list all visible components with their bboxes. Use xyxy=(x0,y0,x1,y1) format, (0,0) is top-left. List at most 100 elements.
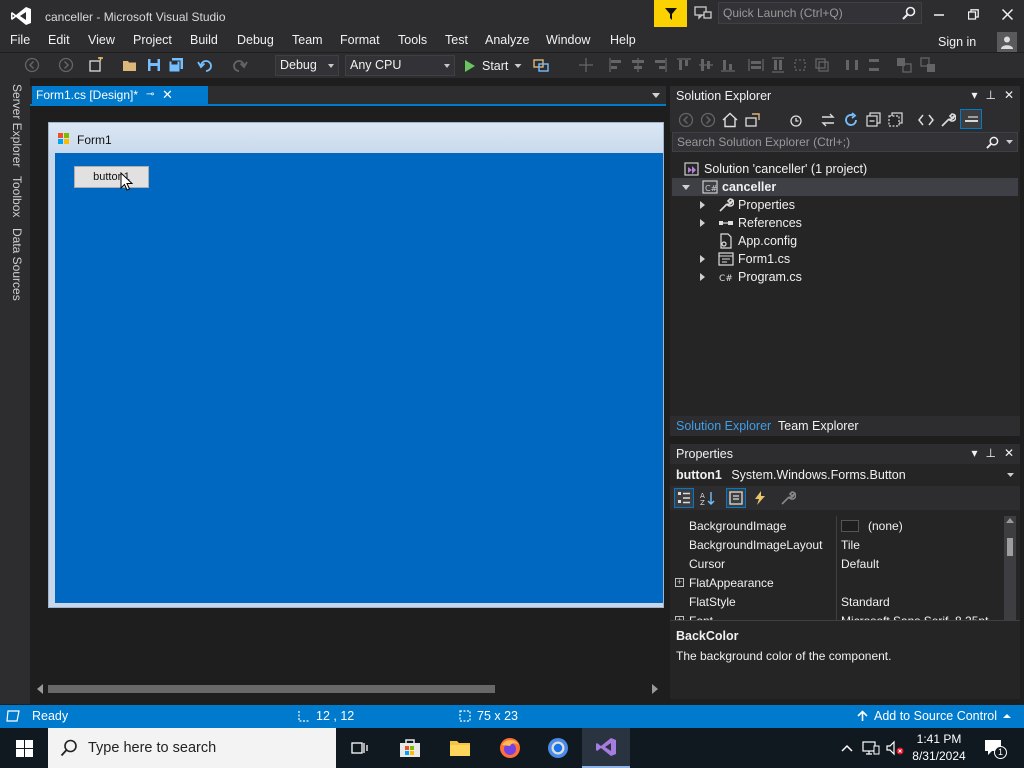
action-center-button[interactable]: 1 xyxy=(982,728,1007,768)
property-pages-wrench-icon[interactable] xyxy=(780,490,796,506)
task-view-button[interactable] xyxy=(336,728,384,768)
make-same-size-icon[interactable] xyxy=(814,57,830,73)
collapse-icon[interactable] xyxy=(682,185,690,190)
solution-explorer-search[interactable] xyxy=(672,132,1018,152)
property-row[interactable]: + FlatAppearance xyxy=(670,573,1000,592)
menu-view[interactable]: View xyxy=(88,33,115,47)
auto-hide-pin-icon[interactable]: ⊥ xyxy=(985,446,995,460)
categorized-button[interactable] xyxy=(674,488,694,508)
property-row[interactable]: BackgroundImageLayout Tile xyxy=(670,535,1000,554)
scroll-up-icon[interactable] xyxy=(1006,518,1014,524)
properties-view-button[interactable] xyxy=(726,488,746,508)
menu-team[interactable]: Team xyxy=(292,33,323,47)
quick-launch-input[interactable] xyxy=(723,4,893,22)
forward-icon[interactable] xyxy=(700,112,716,128)
menu-analyze[interactable]: Analyze xyxy=(485,33,529,47)
view-code-icon[interactable] xyxy=(918,112,934,128)
tab-list-dropdown-icon[interactable] xyxy=(652,93,660,98)
undo-icon[interactable] xyxy=(197,57,213,73)
property-grid-scrollbar[interactable] xyxy=(1004,516,1016,630)
pending-changes-filter-icon[interactable] xyxy=(788,112,804,128)
align-bottoms-icon[interactable] xyxy=(720,57,736,73)
save-icon[interactable] xyxy=(146,57,162,73)
tree-solution-node[interactable]: Solution 'canceller' (1 project) xyxy=(684,160,867,178)
start-debugging-button[interactable]: Start xyxy=(464,57,522,75)
auto-hide-pin-icon[interactable]: ⊥ xyxy=(985,88,995,102)
back-icon[interactable] xyxy=(678,112,694,128)
sign-in-link[interactable]: Sign in xyxy=(938,35,976,49)
property-row[interactable]: FlatStyle Standard xyxy=(670,592,1000,611)
windows-start-button[interactable] xyxy=(0,728,48,768)
menu-file[interactable]: File xyxy=(10,33,30,47)
tab-solution-explorer[interactable]: Solution Explorer xyxy=(676,419,771,433)
close-tab-icon[interactable]: ✕ xyxy=(162,87,173,103)
home-icon[interactable] xyxy=(722,112,738,128)
menu-debug[interactable]: Debug xyxy=(237,33,274,47)
menu-build[interactable]: Build xyxy=(190,33,218,47)
menu-edit[interactable]: Edit xyxy=(48,33,70,47)
open-file-icon[interactable] xyxy=(122,57,138,73)
expand-properties-icon[interactable] xyxy=(700,201,705,209)
chevron-down-icon[interactable] xyxy=(1007,473,1014,478)
make-same-height-icon[interactable] xyxy=(770,57,786,73)
close-panel-icon[interactable]: ✕ xyxy=(1004,88,1014,102)
taskbar-app-store[interactable] xyxy=(386,728,434,768)
tree-project-node[interactable]: C# canceller xyxy=(672,178,1018,196)
expand-program-icon[interactable] xyxy=(700,273,705,281)
switch-views-icon[interactable] xyxy=(744,112,760,128)
save-all-icon[interactable] xyxy=(168,57,184,73)
form-title-bar[interactable]: Form1 xyxy=(49,123,663,153)
taskbar-visual-studio[interactable] xyxy=(582,728,630,768)
tab-data-sources[interactable]: Data Sources xyxy=(10,228,24,301)
network-status-button[interactable] xyxy=(860,728,882,768)
align-to-grid-icon[interactable] xyxy=(578,57,594,73)
tree-item-app-config[interactable]: App.config xyxy=(718,232,797,250)
taskbar-clock[interactable]: 1:41 PM 8/31/2024 xyxy=(900,731,978,765)
tab-team-explorer[interactable]: Team Explorer xyxy=(778,419,859,433)
scroll-right-icon[interactable] xyxy=(652,684,658,694)
menu-format[interactable]: Format xyxy=(340,33,380,47)
redo-icon[interactable] xyxy=(232,57,248,73)
show-all-files-icon[interactable] xyxy=(888,112,904,128)
make-same-width-icon[interactable] xyxy=(748,57,764,73)
refresh-icon[interactable] xyxy=(843,112,859,128)
expand-plus-icon[interactable]: + xyxy=(675,578,684,587)
scroll-left-icon[interactable] xyxy=(37,684,43,694)
menu-tools[interactable]: Tools xyxy=(398,33,427,47)
form-client-area[interactable]: button1 xyxy=(55,153,663,603)
align-middles-icon[interactable] xyxy=(698,57,714,73)
taskbar-search-box[interactable] xyxy=(48,728,336,768)
properties-wrench-icon[interactable] xyxy=(940,112,956,128)
add-to-source-control-button[interactable]: Add to Source Control xyxy=(857,709,1011,723)
solution-configuration-dropdown[interactable]: Debug xyxy=(275,55,339,76)
scrollbar-thumb[interactable] xyxy=(48,685,495,693)
taskbar-search-input[interactable] xyxy=(88,738,328,758)
align-tops-icon[interactable] xyxy=(676,57,692,73)
menu-help[interactable]: Help xyxy=(610,33,636,47)
taskbar-chrome[interactable] xyxy=(534,728,582,768)
quick-launch-box[interactable] xyxy=(718,2,922,24)
window-position-dropdown-icon[interactable]: ▾ xyxy=(971,446,977,460)
property-row[interactable]: BackgroundImage (none) xyxy=(670,516,1000,535)
navigate-forward-icon[interactable] xyxy=(58,57,74,73)
layout-icon[interactable] xyxy=(533,57,549,73)
menu-project[interactable]: Project xyxy=(133,33,172,47)
object-selector[interactable]: button1 System.Windows.Forms.Button xyxy=(670,464,1020,486)
feedback-icon[interactable] xyxy=(694,6,712,22)
sync-with-document-icon[interactable] xyxy=(820,112,836,128)
tree-item-program[interactable]: C# Program.cs xyxy=(718,268,802,286)
tab-form1-design[interactable]: Form1.cs [Design]* ⊸ ✕ xyxy=(32,86,208,106)
chevron-down-icon[interactable] xyxy=(1006,140,1013,145)
close-panel-icon[interactable]: ✕ xyxy=(1004,446,1014,460)
form-designer[interactable]: Form1 button1 xyxy=(48,122,664,608)
property-row[interactable]: Cursor Default xyxy=(670,554,1000,573)
solution-search-input[interactable] xyxy=(677,134,977,150)
collapse-all-icon[interactable] xyxy=(866,112,882,128)
send-to-back-icon[interactable] xyxy=(920,57,936,73)
solution-platform-dropdown[interactable]: Any CPU xyxy=(345,55,455,76)
align-lefts-icon[interactable] xyxy=(608,57,624,73)
size-to-grid-icon[interactable] xyxy=(792,57,808,73)
tab-toolbox[interactable]: Toolbox xyxy=(10,176,24,217)
minimize-button[interactable] xyxy=(922,0,956,28)
pin-icon[interactable]: ⊸ xyxy=(146,89,154,100)
